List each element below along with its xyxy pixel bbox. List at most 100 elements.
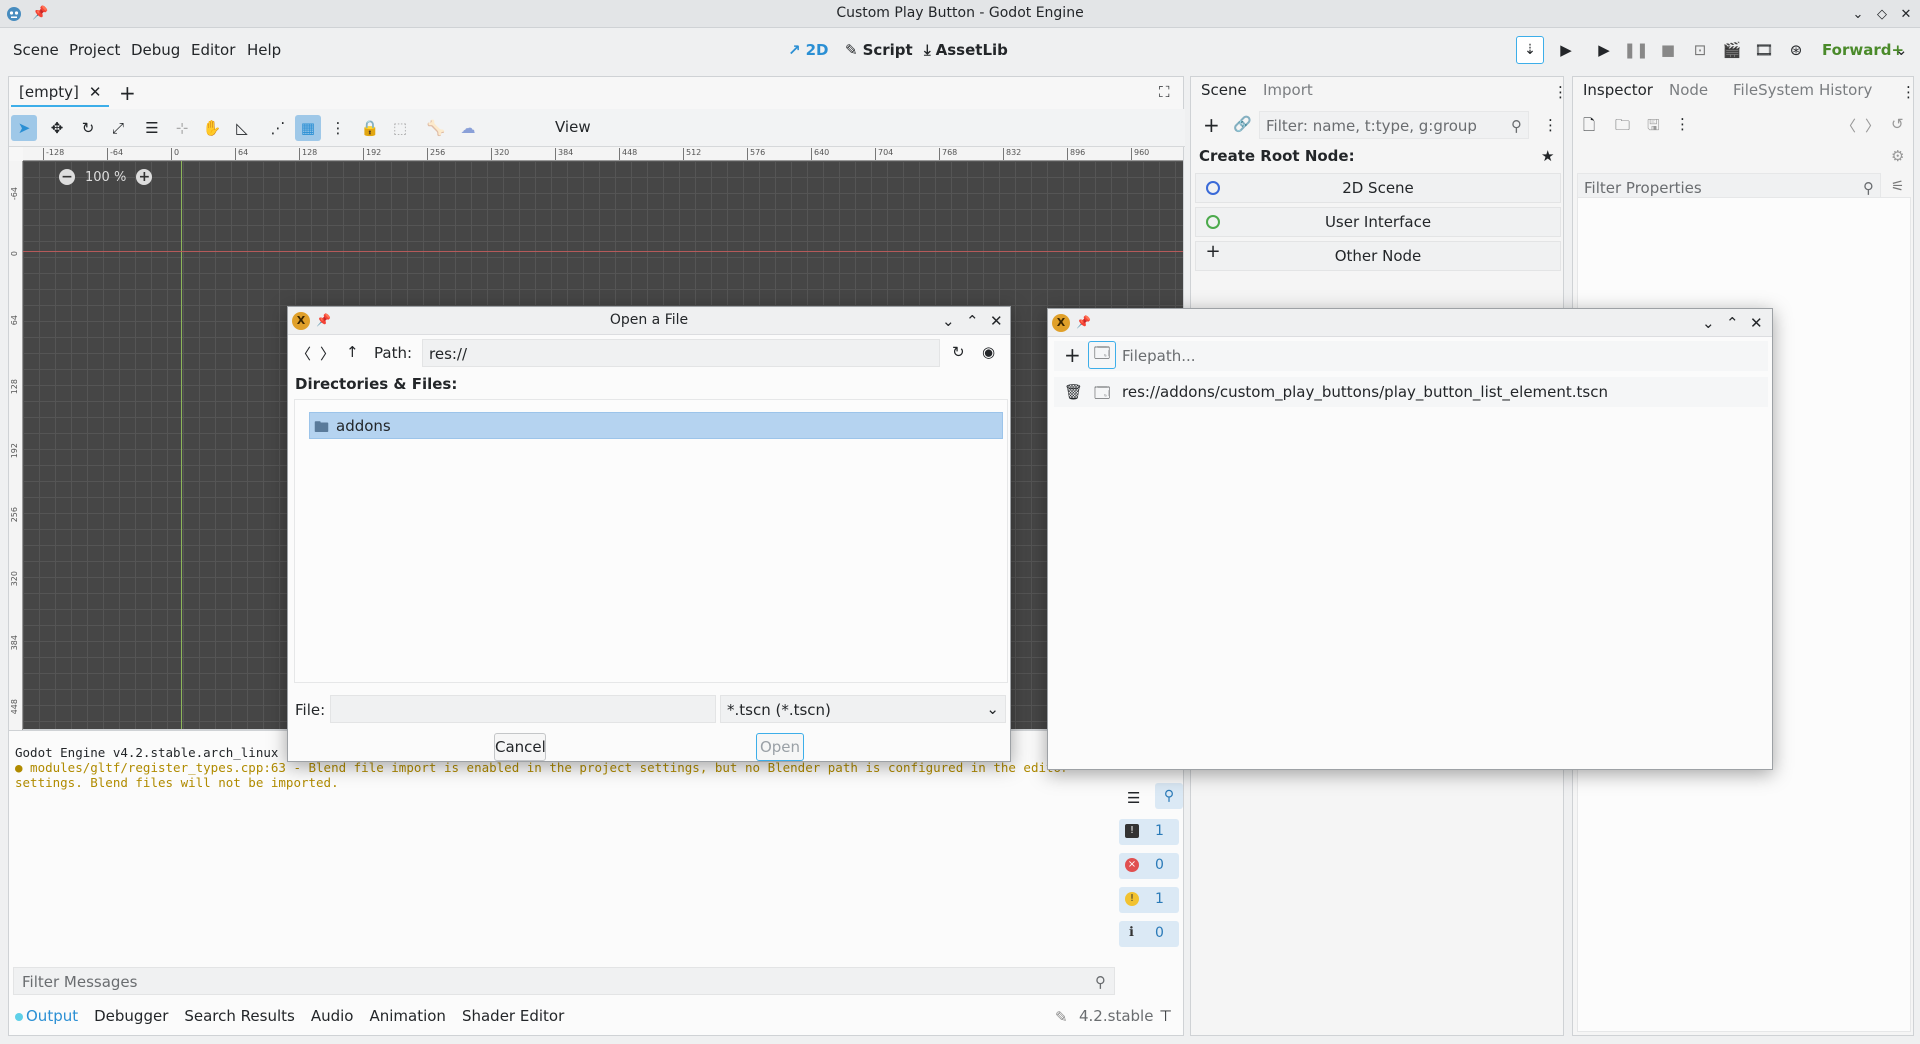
tab-inspector[interactable]: Inspector [1583, 81, 1653, 99]
play-custom-button[interactable]: 🎬 [1718, 36, 1746, 64]
root-other-node-button[interactable]: + Other Node [1195, 241, 1561, 271]
trash-icon[interactable]: 🗑 [1064, 383, 1083, 401]
scale-tool[interactable]: ⤢ [105, 115, 131, 141]
scene-tab[interactable]: [empty] ✕ [11, 79, 110, 107]
back-icon[interactable]: 〈 [296, 343, 311, 364]
tab-animation[interactable]: Animation [369, 1007, 445, 1025]
file-filter-select[interactable]: *.tscn (*.tscn) ⌄ [720, 695, 1006, 723]
move-tool[interactable]: ✥ [44, 115, 70, 141]
refresh-icon[interactable]: ↻ [952, 343, 965, 361]
zoom-in-button[interactable]: + [136, 169, 153, 185]
workspace-2d-button[interactable]: ↗ 2D [788, 38, 828, 62]
tab-filesystem[interactable]: FileSystem [1733, 81, 1814, 99]
inspector-options-icon[interactable]: ⋮ [1675, 115, 1690, 133]
menu-debug[interactable]: Debug [131, 41, 180, 59]
filter-messages-button[interactable]: ! 1 [1119, 819, 1179, 845]
back-icon[interactable]: 〈 [1841, 115, 1856, 136]
path-input[interactable]: res:// [422, 339, 940, 367]
file-name-input[interactable] [330, 695, 716, 723]
window-icon[interactable]: 🗔 [1094, 383, 1110, 408]
parent-dir-icon[interactable]: ↑ [346, 343, 359, 361]
menu-project[interactable]: Project [69, 41, 120, 59]
root-2d-scene-button[interactable]: 2D Scene [1195, 173, 1561, 203]
select-tool[interactable]: ➤ [11, 115, 37, 141]
menu-scene[interactable]: Scene [13, 41, 59, 59]
tab-node[interactable]: Node [1669, 81, 1708, 99]
object-properties-icon[interactable]: ⚙ [1891, 147, 1904, 165]
workspace-script-button[interactable]: ✎ Script [845, 38, 913, 62]
play-current-button[interactable]: 🎞 [1750, 36, 1778, 64]
tab-shader-editor[interactable]: Shader Editor [462, 1007, 564, 1025]
pin-icon[interactable]: 📌 [1076, 315, 1091, 329]
menu-editor[interactable]: Editor [191, 41, 235, 59]
view-menu[interactable]: View [555, 118, 591, 136]
pivot-tool[interactable]: ⊹ [169, 115, 195, 141]
play-scene-button[interactable]: ▶ [1590, 36, 1618, 64]
remote-debug-button[interactable]: ⊡ [1686, 36, 1714, 64]
chevron-down-icon[interactable]: ⌄ [1895, 41, 1908, 59]
group-button[interactable]: ⬚ [387, 115, 413, 141]
forward-icon[interactable]: 〉 [1865, 115, 1880, 136]
renderer-select[interactable]: Forward+ [1822, 41, 1904, 59]
snap-options-button[interactable]: ⋮ [325, 115, 351, 141]
tab-debugger[interactable]: Debugger [94, 1007, 168, 1025]
root-user-interface-button[interactable]: User Interface [1195, 207, 1561, 237]
scene-filter-input[interactable]: Filter: name, t:type, g:group ⚲ [1259, 111, 1529, 139]
favorite-icon[interactable]: ★ [1541, 147, 1554, 165]
close-icon[interactable]: ✕ [1750, 314, 1763, 332]
zoom-out-button[interactable]: − [59, 169, 75, 185]
list-select-tool[interactable]: ☰ [139, 115, 165, 141]
history-icon[interactable]: ↺ [1891, 115, 1904, 133]
lock-button[interactable]: 🔒 [357, 115, 383, 141]
zoom-level[interactable]: 100 % [85, 170, 126, 185]
open-folder-icon[interactable]: 🗀 [1615, 115, 1630, 140]
movie-maker-button[interactable]: ⇣ [1516, 36, 1544, 64]
forward-icon[interactable]: 〉 [320, 343, 335, 364]
maximize-icon[interactable]: ⌃ [966, 312, 979, 330]
cloud-button[interactable]: ☁ [455, 115, 481, 141]
filter-messages-input[interactable]: Filter Messages ⚲ [13, 967, 1115, 995]
show-hidden-icon[interactable]: ◉ [982, 343, 995, 361]
tab-history[interactable]: History [1819, 81, 1872, 99]
filter-errors-button[interactable]: × 0 [1119, 853, 1179, 879]
grid-snap-toggle[interactable]: ▦ [295, 115, 321, 141]
minimize-icon[interactable]: ⌄ [942, 312, 955, 330]
close-icon[interactable]: ✕ [990, 312, 1003, 330]
smart-snap-toggle[interactable]: ⋰ [265, 115, 291, 141]
maximize-icon[interactable]: ⌃ [1726, 314, 1739, 332]
cancel-button[interactable]: Cancel [494, 733, 546, 761]
ruler-tool[interactable]: ◺ [229, 115, 255, 141]
filter-options-icon[interactable]: ⚟ [1891, 177, 1904, 195]
collapse-icon[interactable]: ☰ [1127, 789, 1140, 807]
list-item[interactable]: 🖿 addons [309, 412, 1003, 439]
rotate-tool[interactable]: ↻ [75, 115, 101, 141]
tab-scene[interactable]: Scene [1201, 81, 1247, 99]
save-icon[interactable]: 🖫 [1647, 115, 1660, 140]
filepath-input[interactable]: Filepath... [1122, 347, 1196, 365]
movie-button[interactable]: ⊛ [1782, 36, 1810, 64]
tab-output[interactable]: Output [15, 1007, 78, 1025]
add-icon[interactable]: + [1064, 343, 1081, 367]
menu-help[interactable]: Help [247, 41, 281, 59]
tab-audio[interactable]: Audio [311, 1007, 354, 1025]
filter-info-button[interactable]: ℹ 0 [1119, 921, 1179, 947]
search-toggle[interactable]: ⚲ [1155, 783, 1183, 809]
maximize-icon[interactable]: ◇ [1872, 4, 1892, 24]
link-icon[interactable]: 🔗 [1233, 115, 1252, 133]
expand-panel-icon[interactable]: ⊤ [1159, 1007, 1172, 1025]
dock-menu-icon[interactable]: ⋮ [1901, 83, 1916, 101]
pan-tool[interactable]: ✋ [199, 115, 225, 141]
minimize-icon[interactable]: ⌄ [1702, 314, 1715, 332]
filter-warnings-button[interactable]: ! 1 [1119, 887, 1179, 913]
workspace-assetlib-button[interactable]: ⤓ AssetLib [924, 38, 1008, 62]
play-button[interactable]: ▶ [1552, 36, 1580, 64]
new-resource-icon[interactable]: 🗋 [1583, 115, 1595, 140]
close-icon[interactable]: ✕ [1896, 4, 1916, 24]
stop-button[interactable]: ■ [1654, 36, 1682, 64]
open-button[interactable]: Open [756, 733, 804, 761]
skeleton-button[interactable]: 🦴 [423, 115, 449, 141]
distraction-free-icon[interactable]: ⛶ [1159, 83, 1170, 101]
close-tab-icon[interactable]: ✕ [89, 83, 102, 101]
pause-button[interactable]: ❚❚ [1622, 36, 1650, 64]
add-node-icon[interactable]: + [1203, 113, 1220, 137]
